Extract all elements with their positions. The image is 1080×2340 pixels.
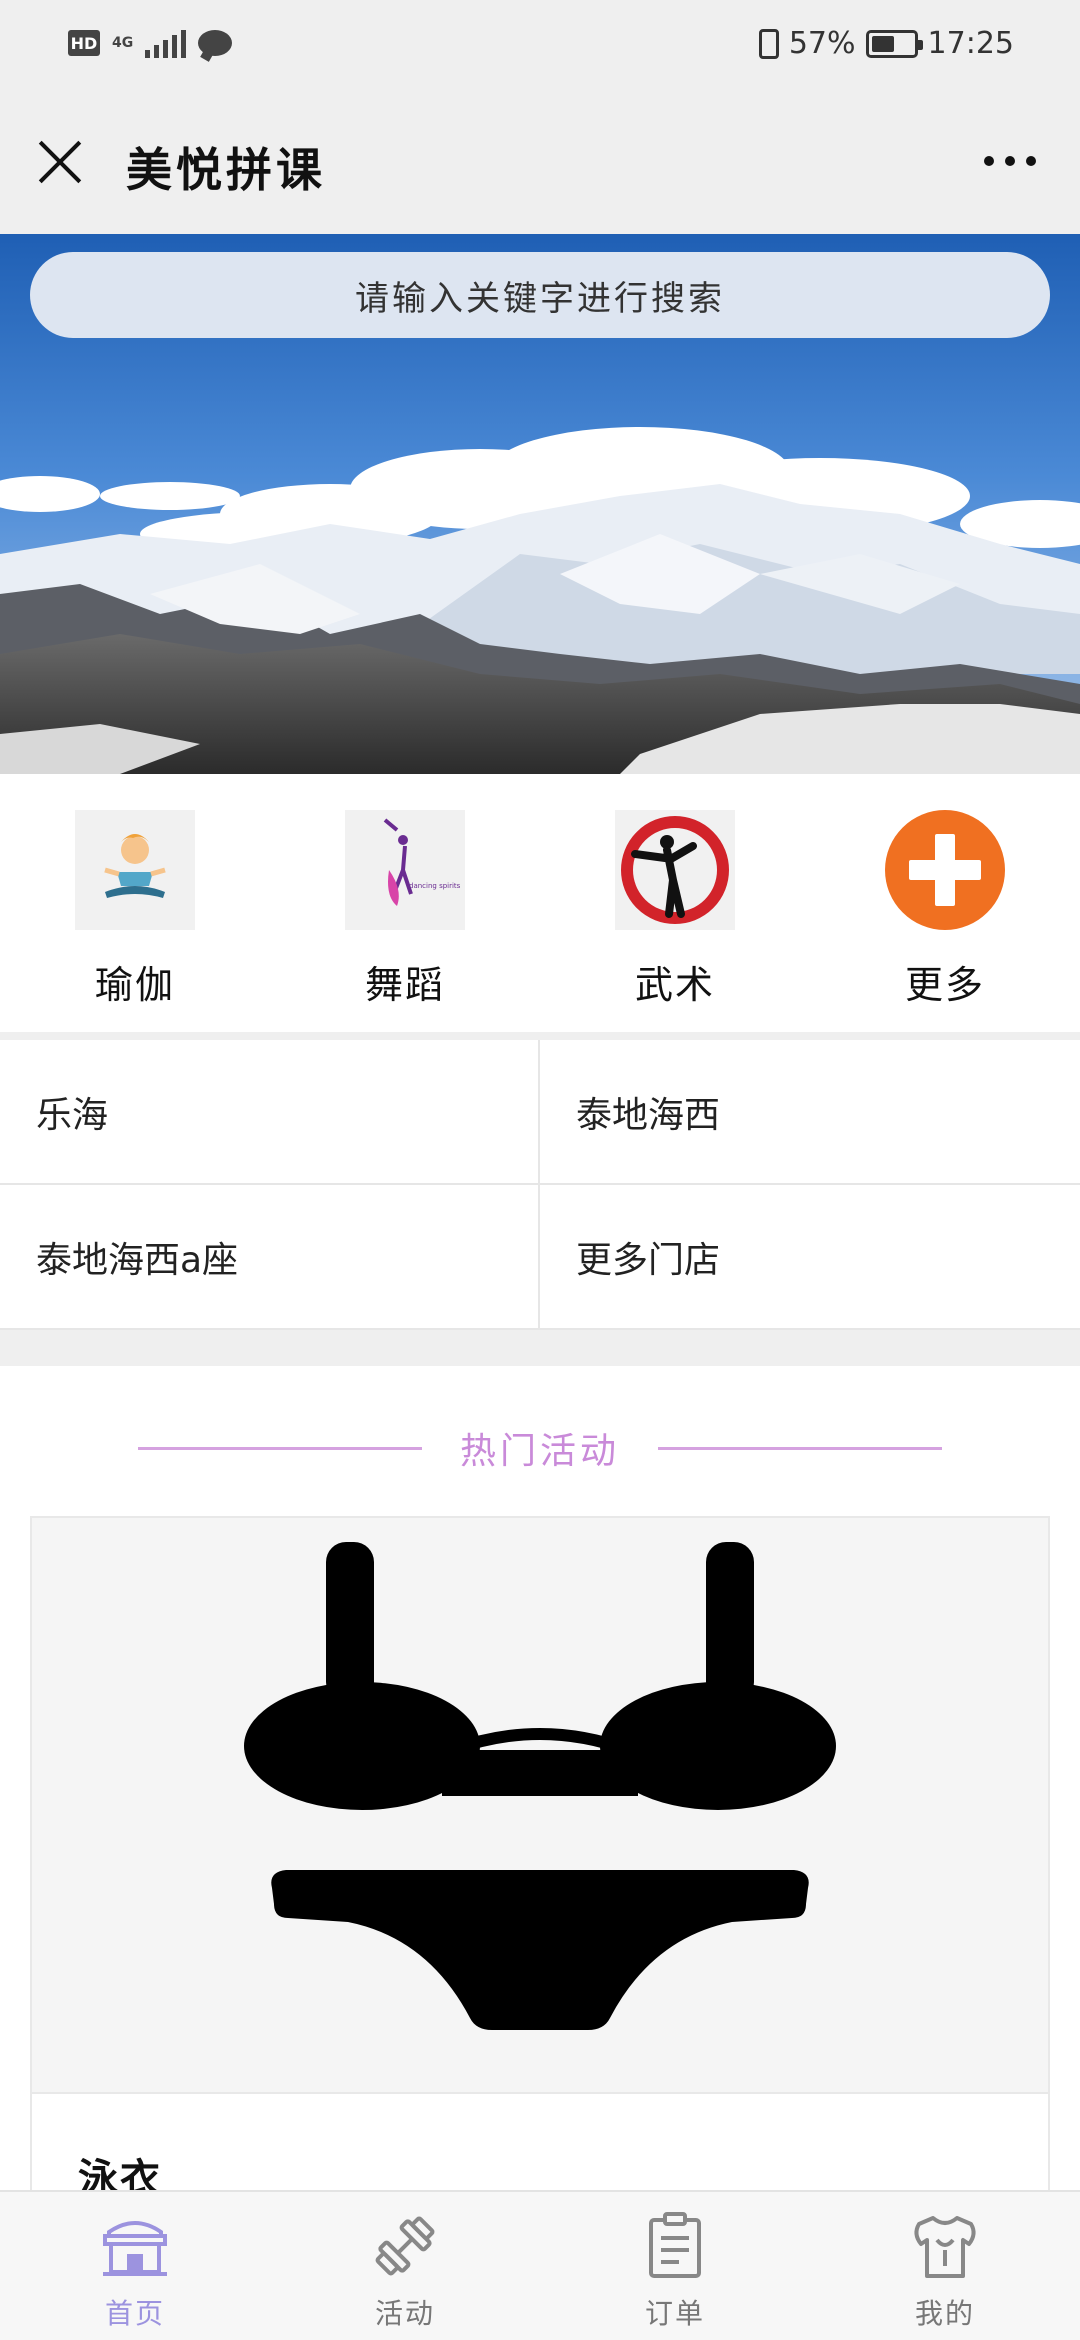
close-icon[interactable]	[36, 138, 84, 186]
battery-level	[871, 35, 895, 52]
tab-label: 订单	[644, 2297, 705, 2330]
tab-label: 首页	[104, 2297, 165, 2330]
signal-icon	[145, 28, 187, 58]
tab-label: 活动	[374, 2297, 435, 2330]
category-row: 瑜伽 dancing spirits 舞蹈 武术 更多	[0, 774, 1080, 1032]
dumbbell-icon	[375, 2216, 435, 2276]
clock: 17:25	[927, 26, 1014, 61]
home-icon	[103, 2221, 167, 2276]
banner[interactable]: 请输入关键字进行搜索	[0, 234, 1080, 774]
more-stores-link[interactable]: 更多门店	[540, 1185, 1080, 1330]
battery-icon	[865, 29, 923, 58]
store-item[interactable]: 乐海	[0, 1040, 540, 1185]
status-bar-right: 57% 17:25	[758, 26, 1014, 61]
plus-icon	[885, 810, 1005, 930]
category-dance[interactable]: dancing spirits 舞蹈	[270, 774, 540, 1032]
search-input[interactable]: 请输入关键字进行搜索	[30, 252, 1050, 338]
tab-profile[interactable]: 我的	[810, 2192, 1080, 2340]
tab-label: 我的	[914, 2297, 975, 2330]
tab-activities[interactable]: 活动	[270, 2192, 540, 2340]
vibrate-icon	[758, 28, 779, 59]
category-yoga[interactable]: 瑜伽	[0, 774, 270, 1032]
status-bar-left: HD 4G	[68, 28, 233, 58]
more-options-icon[interactable]	[984, 156, 1036, 166]
bottom-tab-bar: 首页 活动 订单 我的	[0, 2190, 1080, 2340]
message-notification-icon	[198, 30, 233, 56]
category-label: 瑜伽	[94, 963, 175, 1007]
status-bar: HD 4G 57% 17:25	[0, 0, 1080, 90]
section-header: 热门活动	[0, 1418, 1080, 1478]
hot-activities-section: 热门活动 泳衣	[0, 1366, 1080, 2222]
section-title: 热门活动	[459, 1431, 620, 1472]
category-label: 舞蹈	[364, 963, 445, 1007]
category-more[interactable]: 更多	[810, 774, 1080, 1032]
divider-left	[137, 1446, 422, 1450]
store-grid: 乐海 泰地海西 泰地海西a座 更多门店	[0, 1040, 1080, 1330]
title-bar: 美悦拼课	[0, 90, 1080, 234]
order-icon	[649, 2212, 701, 2278]
page-title: 美悦拼课	[126, 143, 326, 197]
swimsuit-icon	[32, 1518, 1048, 2092]
store-item[interactable]: 泰地海西	[540, 1040, 1080, 1185]
activity-card[interactable]: 泳衣	[30, 1516, 1050, 2222]
divider-right	[658, 1446, 942, 1450]
store-item[interactable]: 泰地海西a座	[0, 1185, 540, 1330]
dance-logo-text: dancing spirits	[409, 882, 461, 890]
yoga-icon	[75, 810, 195, 930]
martial-arts-icon	[615, 810, 735, 930]
category-label: 武术	[634, 963, 715, 1007]
category-martial-arts[interactable]: 武术	[540, 774, 810, 1032]
tab-home[interactable]: 首页	[0, 2192, 270, 2340]
battery-percent: 57%	[788, 26, 856, 61]
profile-icon	[914, 2216, 976, 2278]
dance-icon: dancing spirits	[345, 810, 465, 930]
category-label: 更多	[904, 963, 985, 1007]
network-type: 4G	[112, 35, 134, 51]
tab-orders[interactable]: 订单	[540, 2192, 810, 2340]
hd-badge: HD	[68, 30, 100, 56]
